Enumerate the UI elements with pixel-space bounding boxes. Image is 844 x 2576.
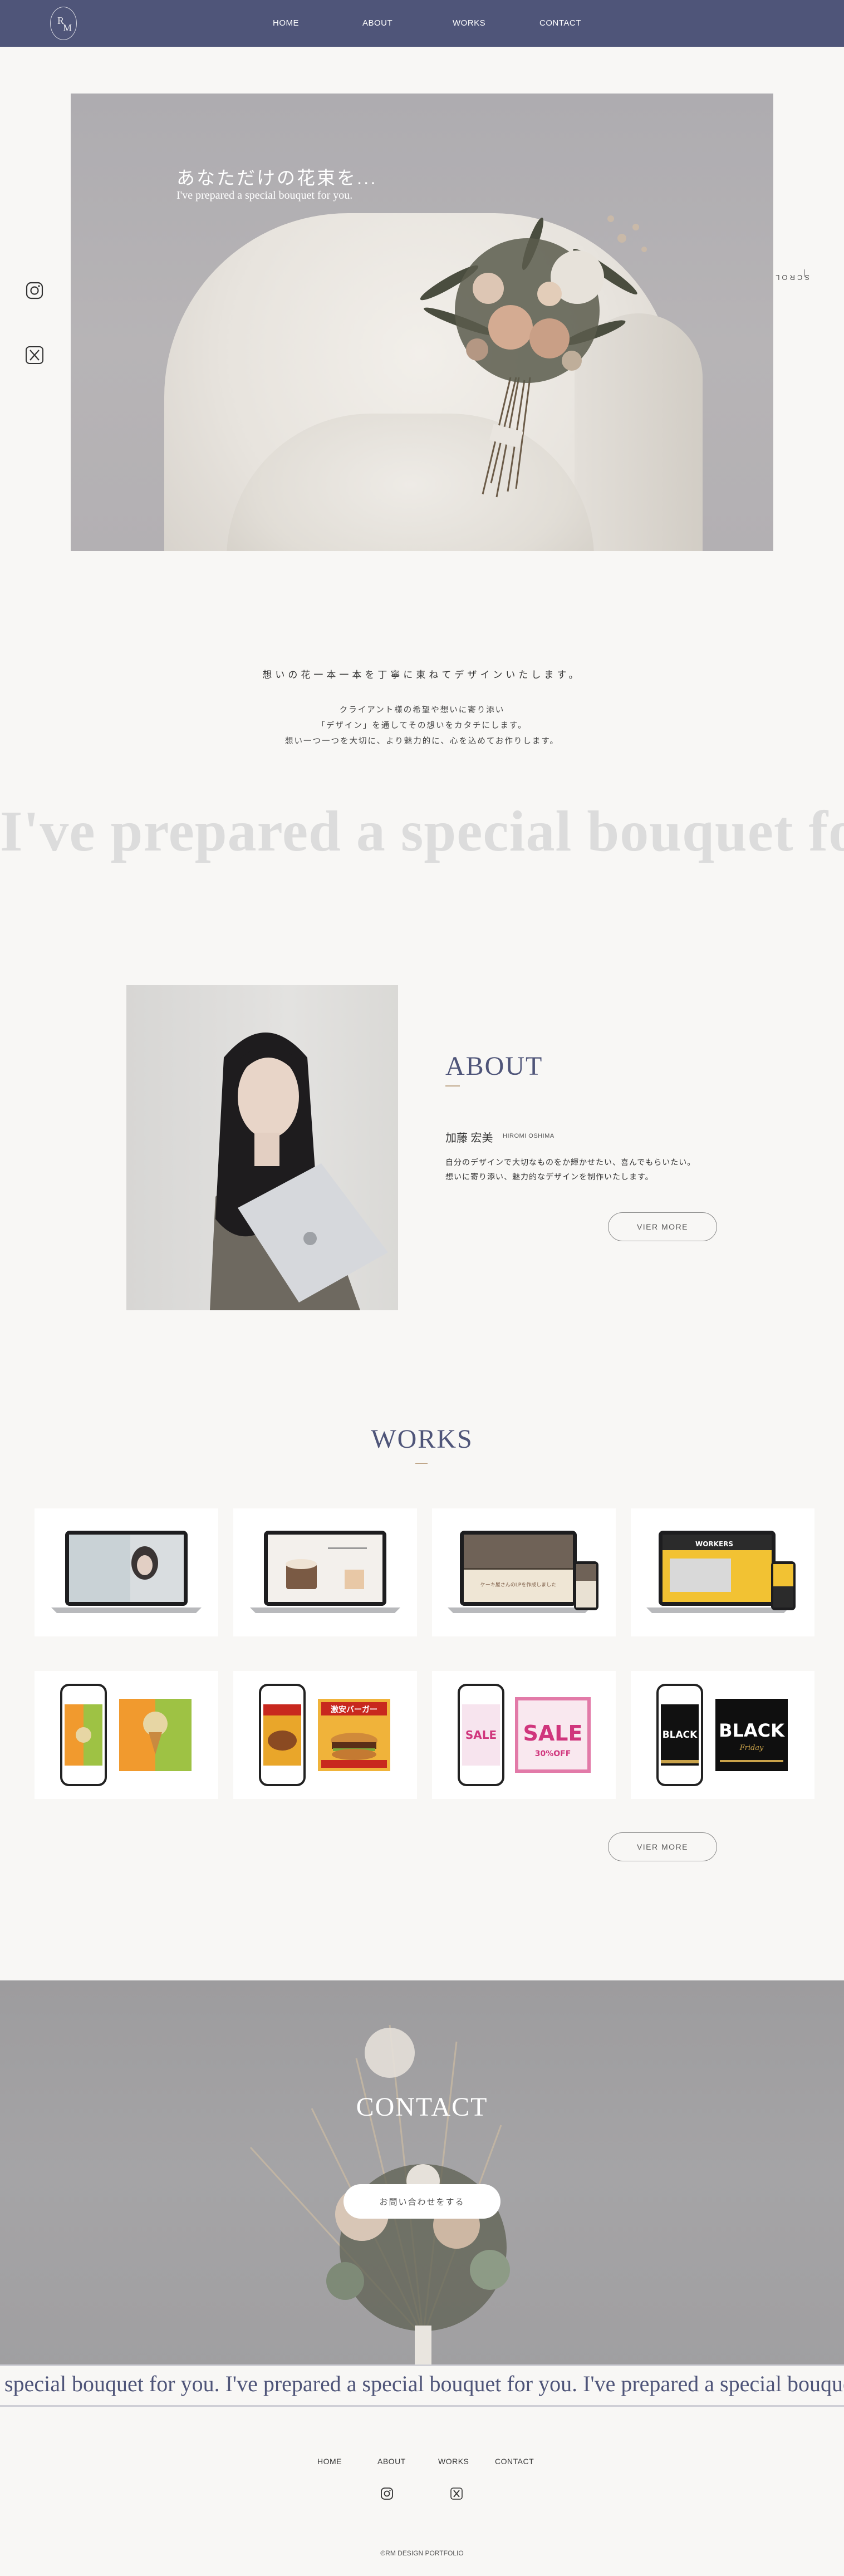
nav-home[interactable]: HOME xyxy=(273,18,299,28)
scroll-label: SCROLL xyxy=(767,273,809,282)
lp-copy-text: ケーキ屋さんのLPを作成しました xyxy=(480,1581,556,1588)
svg-text:WORKERS: WORKERS xyxy=(695,1540,733,1548)
work-card-black-friday-banner[interactable]: BLACK BLACK Friday xyxy=(631,1671,814,1799)
contact-section: CONTACT お問い合わせをする xyxy=(0,1980,844,2370)
footer-nav-contact[interactable]: CONTACT xyxy=(495,2457,534,2466)
profile-photo xyxy=(126,985,398,1310)
decorative-tagline: I've prepared a special bouquet for you xyxy=(0,799,844,863)
footer-nav-about[interactable]: ABOUT xyxy=(377,2457,406,2466)
black-phone-text: BLACK xyxy=(663,1729,698,1741)
burger-banner-text: 激安バーガー xyxy=(331,1705,377,1714)
work-card-ice-cream-banner[interactable] xyxy=(35,1671,218,1799)
contact-heading: CONTACT xyxy=(356,2092,488,2122)
hero-subtitle: I've prepared a special bouquet for you. xyxy=(176,189,353,201)
black-banner-sub: Friday xyxy=(739,1744,764,1752)
scroll-indicator[interactable]: SCROLL — xyxy=(767,269,814,336)
work-card-cafe-lp[interactable]: ケーキ屋さんのLPを作成しました xyxy=(432,1508,616,1636)
marquee-text: special bouquet for you. I've prepared a… xyxy=(4,2371,844,2396)
about-name: 加藤 宏美 xyxy=(445,1132,493,1144)
about-heading-underline xyxy=(445,1085,460,1087)
works-heading-underline xyxy=(415,1463,428,1464)
intro-line-3: 想い一つ一つを大切に、より魅力的に、心を込めてお作りします。 xyxy=(285,737,559,746)
copyright: ©RM DESIGN PORTFOLIO xyxy=(380,2549,464,2557)
intro-line-2: 「デザイン」を通してその想いをカタチにします。 xyxy=(317,721,527,730)
about-text-line-2: 想いに寄り添い、魅力的なデザインを制作いたします。 xyxy=(445,1172,654,1181)
contact-inquiry-button[interactable]: お問い合わせをする xyxy=(344,2184,500,2219)
work-card-workers[interactable]: WORKERS xyxy=(631,1508,814,1636)
marquee-band: special bouquet for you. I've prepared a… xyxy=(0,2364,844,2407)
sale-banner-text: SALE xyxy=(523,1721,583,1746)
sale-banner-sub: 30%OFF xyxy=(535,1749,571,1758)
bouquet-illustration xyxy=(420,215,647,498)
black-banner-text: BLACK xyxy=(719,1720,785,1741)
work-card-sale-banner[interactable]: SALE SALE 30%OFF xyxy=(432,1671,616,1799)
main-nav: HOME ABOUT WORKS CONTACT xyxy=(0,18,844,30)
intro-line-1: クライアント様の希望や想いに寄り添い xyxy=(339,706,505,715)
intro-title: 想いの花一本一本を丁寧に束ねてデザインいたします。 xyxy=(262,670,582,680)
instagram-icon[interactable] xyxy=(24,281,45,301)
sale-phone-text: SALE xyxy=(465,1728,497,1742)
site-header: R M HOME ABOUT WORKS CONTACT xyxy=(0,0,844,47)
footer-x-twitter-icon[interactable] xyxy=(450,2487,463,2500)
work-card-cake-shop[interactable] xyxy=(233,1508,417,1636)
works-view-more-button[interactable]: VIER MORE xyxy=(608,1832,717,1861)
hero-image: あなただけの花束を... I've prepared a special bou… xyxy=(71,94,773,551)
nav-about[interactable]: ABOUT xyxy=(362,18,392,28)
work-card-hair-salon[interactable] xyxy=(35,1508,218,1636)
footer-instagram-icon[interactable] xyxy=(380,2487,394,2500)
dried-bouquet-illustration xyxy=(249,2024,510,2370)
x-twitter-icon[interactable] xyxy=(24,345,45,365)
hero-title: あなただけの花束を... xyxy=(176,168,377,188)
work-card-burger-banner[interactable]: 激安バーガー xyxy=(233,1671,417,1799)
nav-works[interactable]: WORKS xyxy=(453,18,485,28)
footer-nav-works[interactable]: WORKS xyxy=(438,2457,469,2466)
nav-contact[interactable]: CONTACT xyxy=(539,18,581,28)
works-heading: WORKS xyxy=(371,1424,473,1454)
about-name-roman: HIROMI OSHIMA xyxy=(503,1133,555,1139)
about-text-line-1: 自分のデザインで大切なものをか輝かせたい、喜んでもらいたい。 xyxy=(445,1158,696,1167)
about-heading: ABOUT xyxy=(445,1051,543,1081)
about-view-more-button[interactable]: VIER MORE xyxy=(608,1212,717,1241)
footer-nav-home[interactable]: HOME xyxy=(317,2457,342,2466)
